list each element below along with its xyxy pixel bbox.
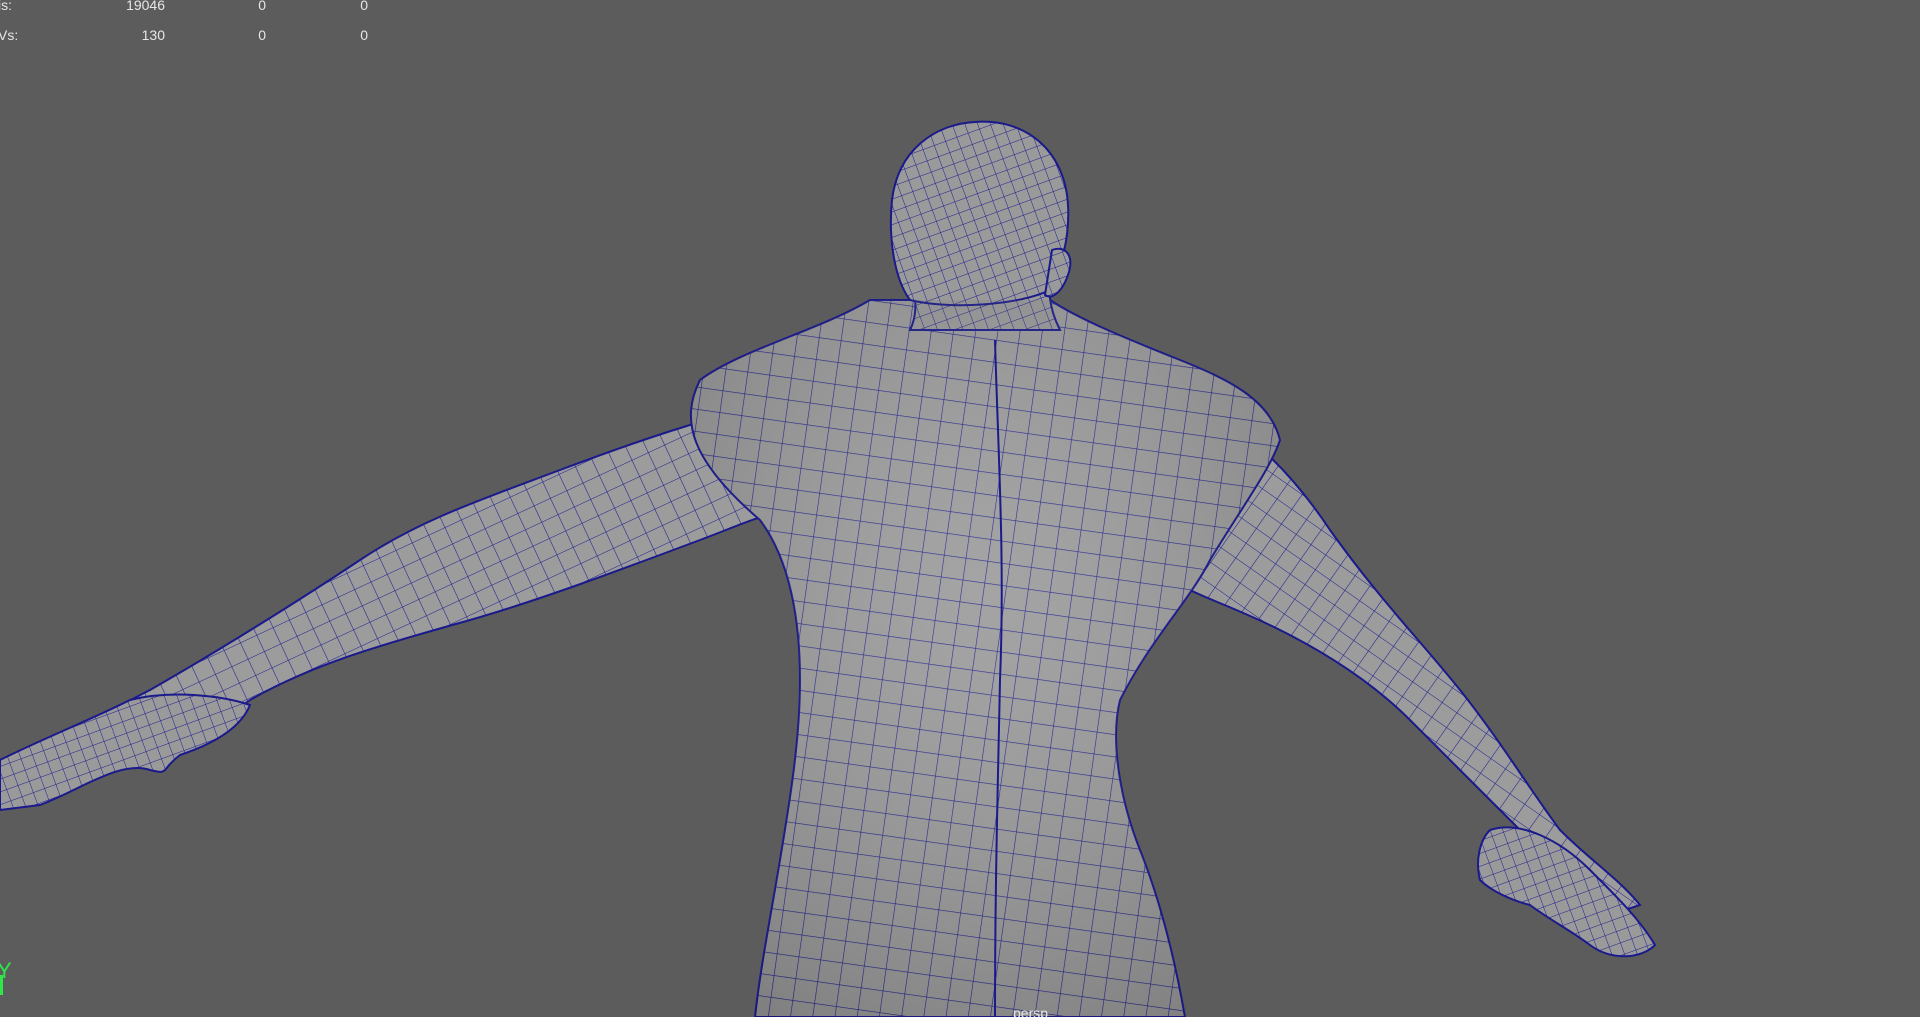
left-hand-mesh xyxy=(0,693,252,812)
hud-value: 0 xyxy=(258,0,266,13)
hud-value: 0 xyxy=(360,0,368,13)
hud-value: 130 xyxy=(141,27,165,43)
maya-viewport[interactable]: is: 19046 0 0 Vs: 130 0 0 Y persp xyxy=(0,0,1920,1017)
hud-label: is: xyxy=(0,0,12,13)
axis-gizmo-icon xyxy=(0,975,3,995)
camera-name-label: persp xyxy=(1013,1005,1049,1017)
character-mesh[interactable] xyxy=(0,0,1920,1017)
hud-label: Vs: xyxy=(0,27,19,43)
head-mesh xyxy=(889,120,1070,307)
hud-value: 0 xyxy=(258,27,266,43)
hud-value: 0 xyxy=(360,27,368,43)
hud-value: 19046 xyxy=(126,0,165,13)
